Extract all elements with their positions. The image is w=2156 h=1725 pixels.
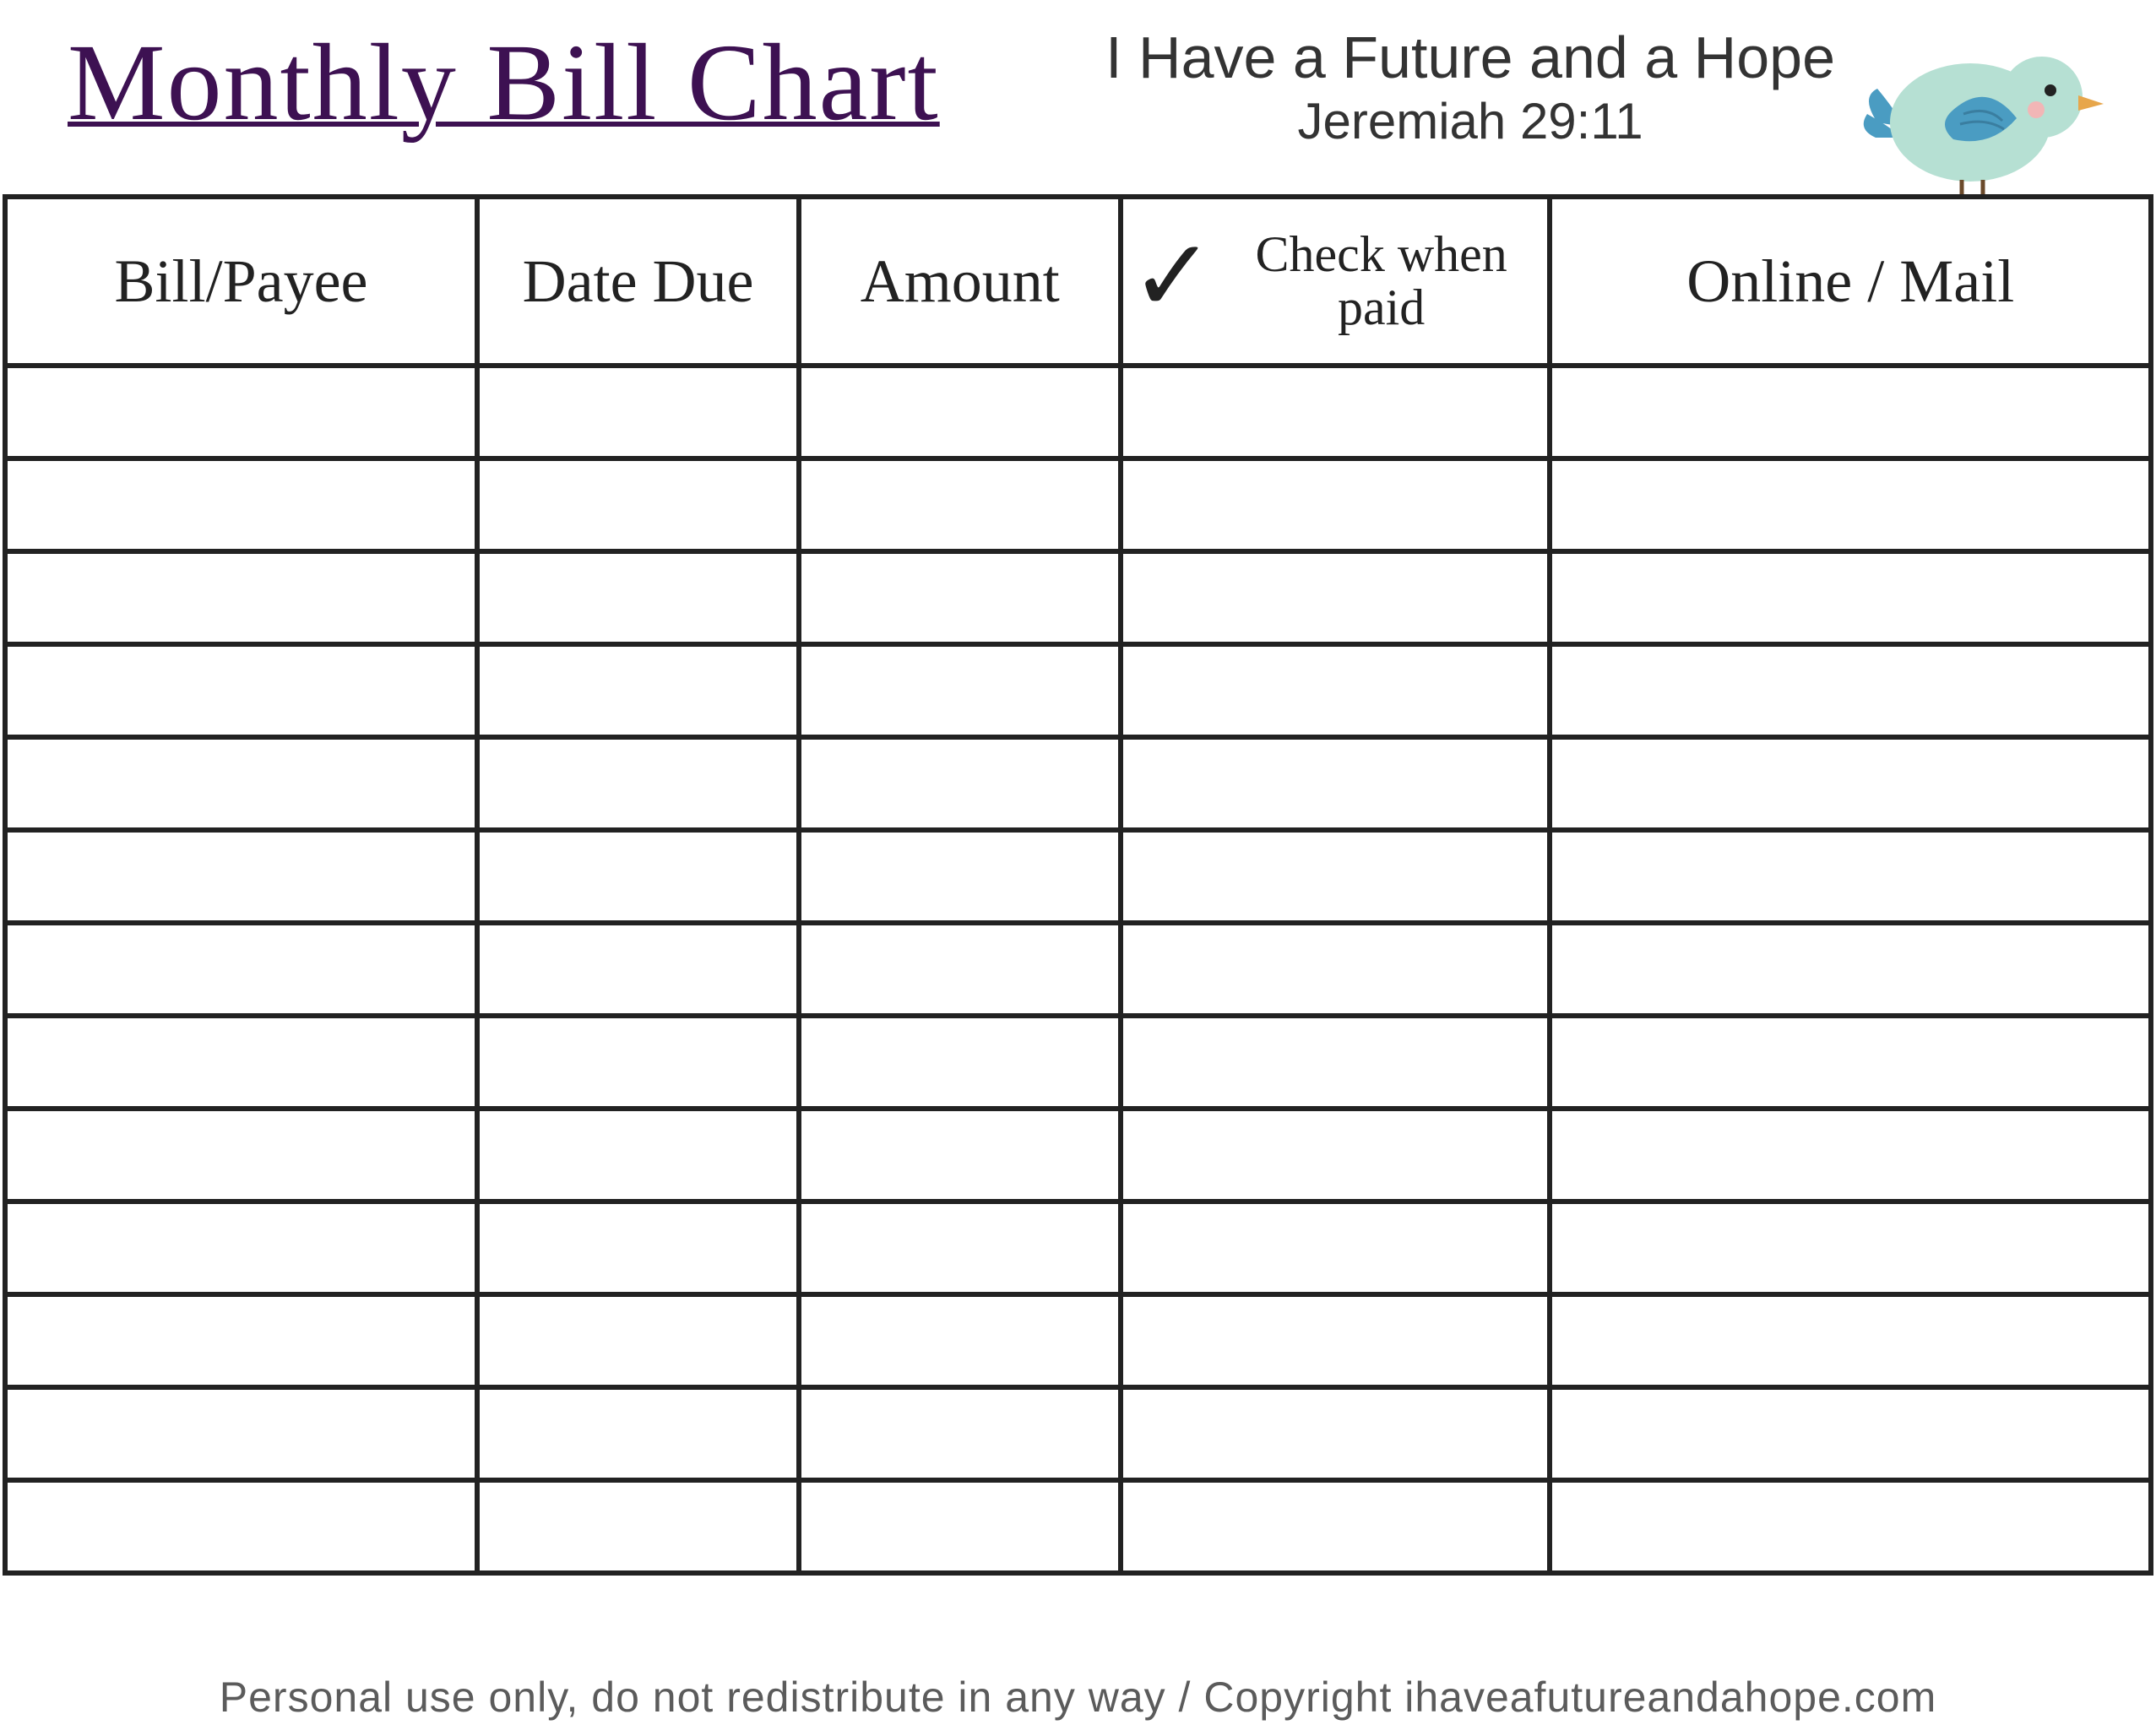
cell-date-due[interactable] [477, 737, 799, 830]
header: Monthly Bill Chart I Have a Future and a… [0, 0, 2156, 186]
footer-text: Personal use only, do not redistribute i… [0, 1666, 2156, 1725]
cell-bill-payee[interactable] [5, 1480, 477, 1573]
cell-amount[interactable] [799, 1387, 1121, 1480]
cell-check-when-paid[interactable] [1121, 1294, 1550, 1387]
cell-online-mail[interactable] [1550, 1016, 2151, 1109]
col-header-check-when-paid: ✓ Check when paid [1121, 197, 1550, 366]
cell-amount[interactable] [799, 1480, 1121, 1573]
cell-amount[interactable] [799, 366, 1121, 458]
col-header-bill-payee: Bill/Payee [5, 197, 477, 366]
check-when-paid-label: Check when paid [1222, 228, 1541, 334]
cell-bill-payee[interactable] [5, 1016, 477, 1109]
cell-bill-payee[interactable] [5, 830, 477, 923]
cell-check-when-paid[interactable] [1121, 1480, 1550, 1573]
table-row [5, 1202, 2151, 1294]
cell-check-when-paid[interactable] [1121, 1202, 1550, 1294]
cell-check-when-paid[interactable] [1121, 1109, 1550, 1202]
cell-check-when-paid[interactable] [1121, 1387, 1550, 1480]
table-row [5, 830, 2151, 923]
cell-amount[interactable] [799, 1202, 1121, 1294]
cell-online-mail[interactable] [1550, 1109, 2151, 1202]
cell-date-due[interactable] [477, 1387, 799, 1480]
cell-date-due[interactable] [477, 1294, 799, 1387]
table-row [5, 1480, 2151, 1573]
col-header-amount: Amount [799, 197, 1121, 366]
cell-check-when-paid[interactable] [1121, 366, 1550, 458]
cell-bill-payee[interactable] [5, 1294, 477, 1387]
table-row [5, 551, 2151, 644]
table-row [5, 458, 2151, 551]
cell-online-mail[interactable] [1550, 923, 2151, 1016]
page: Monthly Bill Chart I Have a Future and a… [0, 0, 2156, 1725]
cell-date-due[interactable] [477, 830, 799, 923]
cell-amount[interactable] [799, 830, 1121, 923]
cell-bill-payee[interactable] [5, 1202, 477, 1294]
cell-bill-payee[interactable] [5, 1109, 477, 1202]
quote-block: I Have a Future and a Hope Jeremiah 29:1… [1105, 25, 1835, 149]
table-row [5, 1016, 2151, 1109]
col-header-date-due: Date Due [477, 197, 799, 366]
cell-amount[interactable] [799, 644, 1121, 737]
table-row [5, 1109, 2151, 1202]
cell-date-due[interactable] [477, 923, 799, 1016]
cell-check-when-paid[interactable] [1121, 830, 1550, 923]
cell-amount[interactable] [799, 551, 1121, 644]
cell-amount[interactable] [799, 737, 1121, 830]
cell-bill-payee[interactable] [5, 551, 477, 644]
cell-online-mail[interactable] [1550, 737, 2151, 830]
cell-online-mail[interactable] [1550, 1202, 2151, 1294]
cell-bill-payee[interactable] [5, 1387, 477, 1480]
cell-bill-payee[interactable] [5, 923, 477, 1016]
cell-check-when-paid[interactable] [1121, 458, 1550, 551]
cell-check-when-paid[interactable] [1121, 644, 1550, 737]
cell-check-when-paid[interactable] [1121, 551, 1550, 644]
table-row [5, 366, 2151, 458]
cell-online-mail[interactable] [1550, 1294, 2151, 1387]
quote-line-2: Jeremiah 29:11 [1105, 94, 1835, 149]
table-row [5, 1387, 2151, 1480]
table-row [5, 923, 2151, 1016]
cell-amount[interactable] [799, 1016, 1121, 1109]
cell-date-due[interactable] [477, 1109, 799, 1202]
table-row [5, 644, 2151, 737]
cell-date-due[interactable] [477, 1480, 799, 1573]
cell-amount[interactable] [799, 923, 1121, 1016]
table-body [5, 366, 2151, 1573]
cell-date-due[interactable] [477, 366, 799, 458]
cell-online-mail[interactable] [1550, 551, 2151, 644]
cell-amount[interactable] [799, 1294, 1121, 1387]
bird-icon [1852, 30, 2105, 198]
cell-bill-payee[interactable] [5, 366, 477, 458]
bill-chart-table: Bill/Payee Date Due Amount ✓ Check when … [3, 194, 2153, 1576]
table-header-row: Bill/Payee Date Due Amount ✓ Check when … [5, 197, 2151, 366]
cell-online-mail[interactable] [1550, 644, 2151, 737]
cell-check-when-paid[interactable] [1121, 737, 1550, 830]
cell-date-due[interactable] [477, 551, 799, 644]
cell-bill-payee[interactable] [5, 644, 477, 737]
table-row [5, 737, 2151, 830]
cell-amount[interactable] [799, 458, 1121, 551]
cell-bill-payee[interactable] [5, 737, 477, 830]
cell-online-mail[interactable] [1550, 458, 2151, 551]
table-row [5, 1294, 2151, 1387]
cell-amount[interactable] [799, 1109, 1121, 1202]
cell-online-mail[interactable] [1550, 830, 2151, 923]
cell-online-mail[interactable] [1550, 1480, 2151, 1573]
cell-check-when-paid[interactable] [1121, 1016, 1550, 1109]
cell-online-mail[interactable] [1550, 366, 2151, 458]
cell-online-mail[interactable] [1550, 1387, 2151, 1480]
col-header-online-mail: Online / Mail [1550, 197, 2151, 366]
cell-date-due[interactable] [477, 1016, 799, 1109]
cell-check-when-paid[interactable] [1121, 923, 1550, 1016]
cell-bill-payee[interactable] [5, 458, 477, 551]
cell-date-due[interactable] [477, 458, 799, 551]
cell-date-due[interactable] [477, 644, 799, 737]
cell-date-due[interactable] [477, 1202, 799, 1294]
quote-line-1: I Have a Future and a Hope [1105, 25, 1835, 90]
check-icon: ✓ [1130, 225, 1215, 327]
